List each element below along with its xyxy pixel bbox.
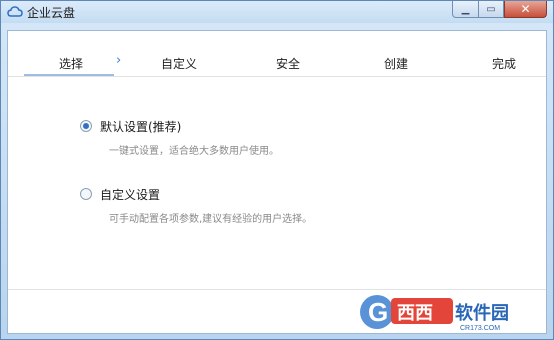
content-panel: 选择 › 自定义 安全 创建 完成 默认设置(推荐) 一键式设置，适合绝大多数用… [7, 30, 547, 334]
maximize-icon: ▭ [486, 3, 496, 15]
wizard-steps: 选择 › 自定义 安全 创建 完成 [8, 31, 546, 77]
watermark-sub: CR173.COM [460, 325, 500, 332]
minimize-icon: ▁ [461, 3, 470, 15]
step-finish: 完成 [491, 57, 517, 71]
option-default-desc: 一键式设置，适合绝大多数用户使用。 [109, 146, 279, 157]
app-window: 企业云盘 ▁ ▭ ✕ 选择 › 自定义 安全 创建 完成 默认设置(推荐) 一键… [0, 0, 554, 340]
step-select: 选择 [58, 57, 84, 71]
option-custom-label[interactable]: 自定义设置 [100, 186, 160, 203]
option-custom-desc: 可手动配置各项参数,建议有经验的用户选择。 [109, 214, 313, 225]
option-default-label[interactable]: 默认设置(推荐) [100, 118, 181, 135]
step-security: 安全 [275, 57, 301, 71]
svg-text:软件园: 软件园 [455, 302, 509, 324]
watermark-main-a: 西西 [397, 303, 433, 324]
default-radio[interactable] [80, 120, 92, 132]
maximize-button[interactable]: ▭ [478, 1, 504, 18]
chevron-right-icon: › [116, 53, 122, 68]
window-title: 企业云盘 [27, 6, 76, 20]
step-custom: 自定义 [160, 57, 198, 71]
active-step-indicator [24, 74, 114, 76]
title-bar[interactable]: 企业云盘 ▁ ▭ ✕ [1, 1, 553, 23]
minimize-button[interactable]: ▁ [452, 1, 478, 18]
step-create: 创建 [383, 57, 409, 71]
svg-text:G: G [368, 297, 388, 327]
close-button[interactable]: ✕ [504, 1, 547, 18]
watermark: G 西西 软件园 CR173.COM [357, 290, 547, 334]
close-icon: ✕ [520, 2, 531, 16]
cloud-icon [7, 5, 23, 19]
custom-radio[interactable] [80, 188, 92, 200]
